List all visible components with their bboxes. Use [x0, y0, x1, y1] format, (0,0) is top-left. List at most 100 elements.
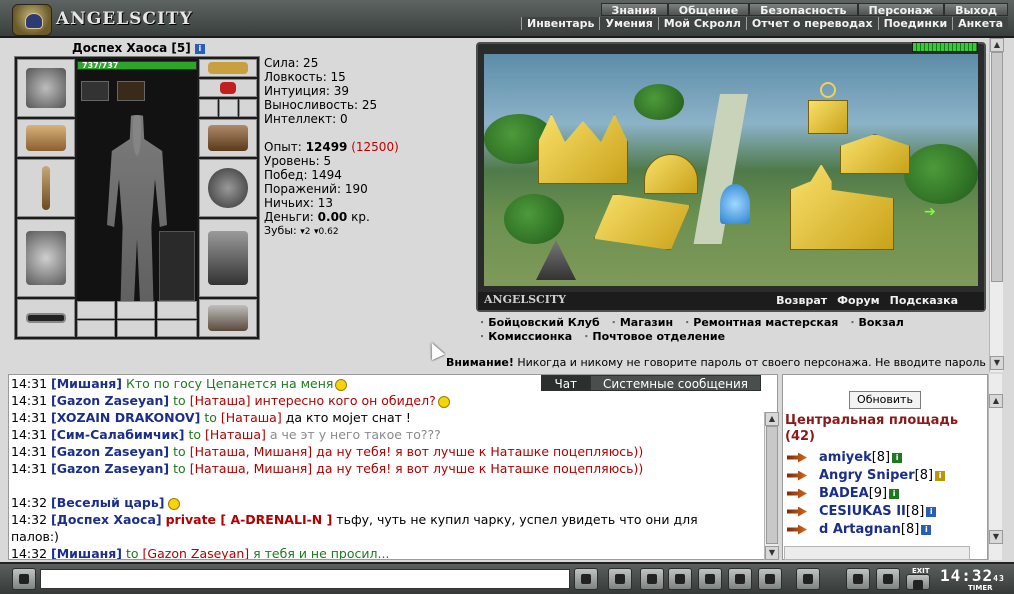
scroll-thumb[interactable]	[766, 426, 778, 544]
scroll-down-icon[interactable]: ▼	[989, 530, 1003, 544]
bank-building[interactable]	[840, 134, 910, 174]
user-info-icon[interactable]: i	[935, 470, 946, 481]
send-icon[interactable]	[574, 568, 598, 590]
chat-target[interactable]: [Наташа]	[190, 393, 251, 408]
weapon-slot[interactable]	[17, 159, 75, 217]
nav-obshenie[interactable]: Общение	[667, 3, 750, 17]
user-row[interactable]: CESIUKAS II[8] i	[787, 503, 983, 521]
nav-znania[interactable]: Знания	[600, 3, 668, 17]
chat-target[interactable]: [Наташа]	[221, 410, 282, 425]
amulet-slot[interactable]	[199, 79, 257, 97]
bracers-slot[interactable]	[17, 119, 75, 157]
spell-slot-6[interactable]	[157, 320, 197, 337]
earrings-slot[interactable]	[199, 59, 257, 77]
main-scrollbar[interactable]: ▲ ▼	[989, 38, 1004, 372]
shop-building[interactable]	[594, 194, 690, 250]
nav-poedinki[interactable]: Поединки	[877, 17, 953, 30]
spell-slot-5[interactable]	[117, 320, 155, 337]
chat-scrollbar[interactable]: ▲ ▼	[764, 412, 779, 560]
smiley-menu-icon[interactable]	[12, 568, 36, 590]
chat-nick[interactable]: [Сим-Салабимчик]	[51, 427, 185, 442]
nav-inventar[interactable]: Инвентарь	[521, 17, 600, 30]
user-name[interactable]: amiyek	[819, 450, 872, 465]
chat-nick[interactable]: [Мишаня]	[51, 376, 122, 391]
nav-anketa[interactable]: Анкета	[952, 17, 1008, 30]
scroll-thumb[interactable]	[991, 52, 1003, 282]
igloo-building[interactable]	[644, 154, 698, 194]
loc-repair[interactable]: Ремонтная мастерская	[685, 316, 838, 330]
nav-bezopasnost[interactable]: Безопасность	[749, 3, 858, 17]
nav-vyhod[interactable]: Выход	[944, 3, 1008, 17]
spell-slot-4[interactable]	[77, 320, 115, 337]
bag-icon[interactable]	[846, 568, 870, 590]
info-icon[interactable]: i	[194, 43, 205, 54]
private-arrow-icon[interactable]	[787, 506, 807, 517]
loc-fight-club[interactable]: Бойцовский Клуб	[480, 316, 599, 330]
tab-chat[interactable]: Чат	[541, 375, 591, 391]
user-name[interactable]: Angry Sniper	[819, 468, 915, 483]
inventory-icon[interactable]	[876, 568, 900, 590]
spell-slot-3[interactable]	[157, 301, 197, 319]
spell-slot-2[interactable]	[117, 301, 155, 319]
legs-slot[interactable]	[199, 219, 257, 297]
walk-icon[interactable]	[698, 568, 722, 590]
scroll-up-icon[interactable]: ▲	[989, 394, 1003, 408]
shield-slot[interactable]	[199, 159, 257, 217]
scroll-down-icon[interactable]: ▼	[765, 546, 779, 560]
refresh-button[interactable]: Обновить	[849, 391, 921, 409]
music-icon[interactable]	[758, 568, 782, 590]
chat-input[interactable]	[40, 569, 570, 589]
gloves-slot[interactable]	[199, 119, 257, 157]
tab-system[interactable]: Системные сообщения	[590, 375, 761, 391]
loc-post[interactable]: Почтовое отделение	[584, 330, 725, 344]
ring-slot-3[interactable]	[239, 99, 257, 117]
user-info-icon[interactable]: i	[892, 452, 903, 463]
user-row[interactable]: d Artagnan[8] i	[787, 521, 983, 539]
belt-slot[interactable]	[17, 299, 75, 337]
chat-nick[interactable]: [Gazon Zaseyan]	[51, 461, 169, 476]
user-name[interactable]: CESIUKAS II	[819, 504, 906, 519]
chat-nick[interactable]: [Доспех Хаоса]	[51, 512, 162, 527]
exit-icon[interactable]	[906, 574, 930, 590]
loc-shop[interactable]: Магазин	[612, 316, 673, 330]
chat-nick[interactable]: [XOZAIN DRAKONOV]	[51, 410, 200, 425]
chat-nick[interactable]: [Мишаня]	[51, 546, 122, 559]
nav-otchet[interactable]: Отчет о переводах	[745, 17, 878, 30]
map-link-podskazka[interactable]: Подсказка	[890, 294, 958, 307]
eraser-icon[interactable]	[608, 568, 632, 590]
user-name[interactable]: BADEA	[819, 486, 869, 501]
scroll-down-icon[interactable]: ▼	[990, 356, 1004, 370]
rings-icon[interactable]	[820, 82, 836, 98]
pl-icon[interactable]	[728, 568, 752, 590]
chat-nick[interactable]: [Веселый царь]	[51, 495, 164, 510]
loc-station[interactable]: Вокзал	[850, 316, 904, 330]
save-icon[interactable]	[668, 568, 692, 590]
spell-slot-1[interactable]	[77, 301, 115, 319]
scroll-up-icon[interactable]: ▲	[990, 38, 1004, 52]
chat-target[interactable]: [Наташа, Мишаня]	[190, 461, 313, 476]
users-scrollbar[interactable]: ▲ ▼	[988, 374, 1003, 560]
chat-target[interactable]: [Наташа, Мишаня]	[190, 444, 313, 459]
private-arrow-icon[interactable]	[787, 488, 807, 499]
user-info-icon[interactable]: i	[926, 506, 937, 517]
nav-personazh[interactable]: Персонаж	[857, 3, 945, 17]
chat-target[interactable]: [Gazon Zaseyan]	[143, 546, 250, 559]
arrow-right-icon[interactable]: ➔	[924, 204, 952, 220]
potion-icon[interactable]	[81, 81, 109, 101]
armor-slot[interactable]	[17, 219, 75, 297]
tower-ruins[interactable]	[536, 240, 576, 280]
fountain-icon[interactable]	[720, 184, 750, 224]
scroll-icon[interactable]	[117, 81, 145, 101]
loc-comission[interactable]: Комиссионка	[480, 330, 572, 344]
pet-slot[interactable]	[159, 231, 195, 301]
helmet-slot[interactable]	[17, 59, 75, 117]
nav-moy-skroll[interactable]: Мой Скролл	[657, 17, 746, 30]
chapel-building[interactable]	[808, 100, 848, 134]
private-arrow-icon[interactable]	[787, 524, 807, 535]
chat-nick[interactable]: [Gazon Zaseyan]	[51, 444, 169, 459]
private-arrow-icon[interactable]	[787, 470, 807, 481]
user-row[interactable]: amiyek[8] i	[787, 449, 983, 467]
ring-slot-1[interactable]	[199, 99, 218, 117]
boots-slot[interactable]	[199, 299, 257, 337]
nav-umeniya[interactable]: Умения	[599, 17, 658, 30]
